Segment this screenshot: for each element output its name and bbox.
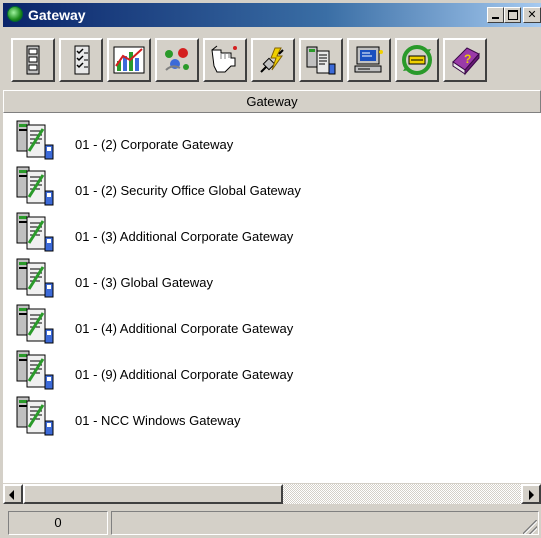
app-globe-icon[interactable]	[7, 6, 23, 22]
status-bar: 0	[3, 507, 541, 538]
close-button[interactable]: ✕	[523, 7, 541, 23]
gateway-icon	[16, 166, 54, 206]
status-message	[111, 511, 539, 535]
gateway-icon	[16, 304, 54, 344]
list-item[interactable]: 01 - (4) Additional Corporate Gateway	[15, 303, 515, 347]
connect-lightning-icon-button[interactable]	[251, 38, 295, 82]
list-item[interactable]: 01 - (2) Corporate Gateway	[15, 119, 515, 163]
help-book-icon-button[interactable]: ?	[443, 38, 487, 82]
list-item[interactable]: 01 - (2) Security Office Global Gateway	[15, 165, 515, 209]
column-header-gateway[interactable]: Gateway	[3, 90, 541, 113]
gateway-icon	[16, 120, 54, 160]
colored-dots-icon	[165, 48, 189, 71]
pointing-hand-icon	[211, 45, 237, 73]
list-item-label: 01 - (2) Security Office Global Gateway	[75, 183, 301, 198]
gateway-icon	[16, 212, 54, 252]
list-item-label: 01 - NCC Windows Gateway	[75, 413, 241, 428]
list-item-label: 01 - (3) Global Gateway	[75, 275, 214, 290]
list-item-label: 01 - (3) Additional Corporate Gateway	[75, 229, 294, 244]
rack-icon-button[interactable]	[11, 38, 55, 82]
list-item[interactable]: 01 - (9) Additional Corporate Gateway	[15, 349, 515, 393]
svg-text:?: ?	[464, 52, 471, 66]
gateway-icon-button[interactable]	[299, 38, 343, 82]
title-bar[interactable]: Gateway ✕	[3, 3, 541, 27]
list-item[interactable]: 01 - NCC Windows Gateway	[15, 395, 515, 439]
pointing-hand-icon-button[interactable]	[203, 38, 247, 82]
list-item[interactable]: 01 - (3) Additional Corporate Gateway	[15, 211, 515, 255]
maximize-button[interactable]	[504, 7, 521, 23]
help-book-icon: ?	[452, 47, 480, 76]
minimize-button[interactable]	[487, 7, 504, 23]
gateway-icon	[16, 350, 54, 390]
resize-grip-icon[interactable]	[523, 520, 537, 534]
list-item-label: 01 - (2) Corporate Gateway	[75, 137, 234, 152]
list-item-label: 01 - (9) Additional Corporate Gateway	[75, 367, 294, 382]
toolbar: ?	[3, 28, 541, 90]
scroll-left-button[interactable]	[3, 484, 23, 504]
list-item[interactable]: 01 - (3) Global Gateway	[15, 257, 515, 301]
right-arrow-icon	[529, 490, 534, 500]
exchange-icon	[402, 45, 432, 75]
rack-icon	[26, 45, 40, 75]
gateway-icon	[306, 46, 336, 75]
status-count: 0	[8, 511, 108, 535]
chart-icon	[113, 46, 145, 74]
window-title: Gateway	[28, 7, 86, 23]
computer-icon	[354, 46, 383, 73]
chart-icon-button[interactable]	[107, 38, 151, 82]
colored-dots-icon-button[interactable]	[155, 38, 199, 82]
list-item-label: 01 - (4) Additional Corporate Gateway	[75, 321, 294, 336]
computer-icon-button[interactable]	[347, 38, 391, 82]
left-arrow-icon	[9, 490, 14, 500]
connect-lightning-icon	[260, 47, 284, 73]
gateway-window: Gateway ✕ ? Gateway 01 - (2) Corporate G…	[0, 0, 541, 538]
horizontal-scrollbar[interactable]	[3, 484, 541, 504]
gateway-list[interactable]: 01 - (2) Corporate Gateway 01 - (2) Secu…	[3, 113, 541, 483]
scrollbar-thumb[interactable]	[23, 484, 283, 504]
scroll-right-button[interactable]	[521, 484, 541, 504]
exchange-icon-button[interactable]	[395, 38, 439, 82]
gateway-icon	[16, 396, 54, 436]
gateway-icon	[16, 258, 54, 298]
checklist-icon	[74, 45, 90, 75]
checklist-icon-button[interactable]	[59, 38, 103, 82]
